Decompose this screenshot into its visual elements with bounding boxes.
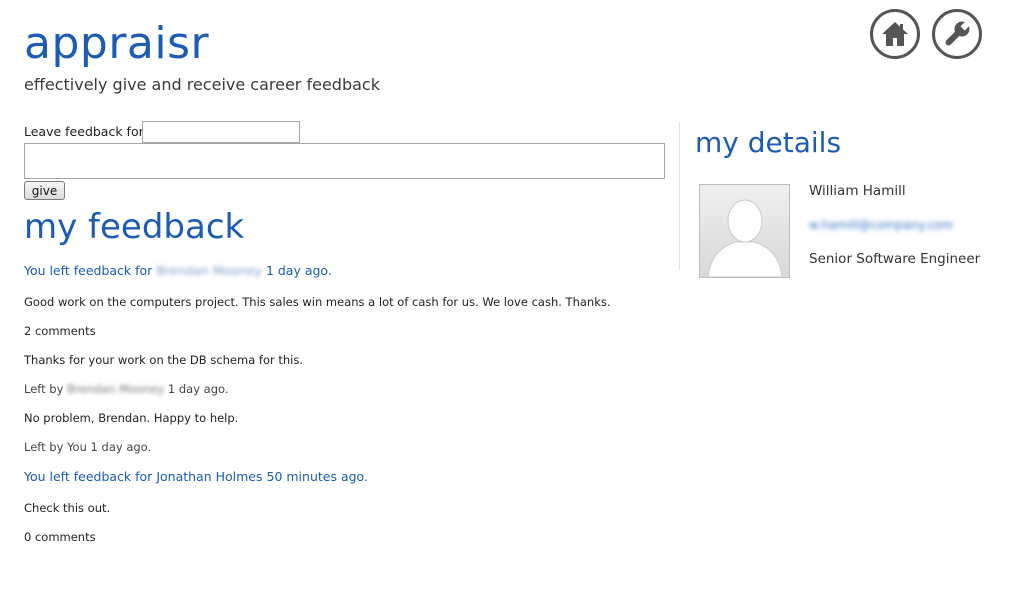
comment-author: You: [67, 440, 87, 454]
home-button[interactable]: [870, 9, 920, 59]
my-feedback-heading: my feedback: [24, 207, 245, 247]
comment-text: No problem, Brendan. Happy to help.: [24, 411, 239, 425]
column-divider: [679, 122, 680, 270]
comment-left-by: Left by: [24, 440, 64, 454]
comment-text: Thanks for your work on the DB schema fo…: [24, 353, 304, 367]
user-name: William Hamill: [809, 183, 906, 199]
feedback-message: Good work on the computers project. This…: [24, 295, 611, 309]
leave-feedback-label: Leave feedback for: [24, 124, 144, 139]
comments-count-link[interactable]: 0 comments: [24, 529, 96, 545]
give-button[interactable]: give: [24, 181, 65, 200]
feedback-prefix: You left feedback for: [24, 263, 153, 278]
comment-time: 1 day ago.: [167, 382, 229, 396]
app-tagline: effectively give and receive career feed…: [24, 75, 380, 94]
comment-meta: Left by You 1 day ago.: [24, 439, 151, 455]
feedback-entry-header: You left feedback for Jonathan Holmes 50…: [24, 469, 368, 485]
feedback-prefix: You left feedback for: [24, 469, 153, 484]
feedback-message: Check this out.: [24, 501, 111, 515]
feedback-time: 50 minutes ago.: [266, 469, 368, 484]
comment-meta: Left by Brendan Mooney 1 day ago.: [24, 381, 229, 397]
default-avatar-icon: [700, 185, 789, 277]
home-icon: [882, 22, 908, 46]
comment-left-by: Left by: [24, 382, 64, 396]
wrench-icon: [945, 20, 971, 46]
avatar: [699, 184, 790, 278]
user-job-title: Senior Software Engineer: [809, 251, 981, 267]
feedback-entry-header: You left feedback for Brendan Mooney 1 d…: [24, 263, 332, 279]
comments-count-link[interactable]: 2 comments: [24, 323, 96, 339]
feedback-recipient-link[interactable]: Jonathan Holmes: [156, 469, 262, 484]
my-details-heading: my details: [695, 126, 842, 159]
user-email[interactable]: w.hamill@company.com: [809, 218, 953, 232]
feedback-recipient-link[interactable]: Brendan Mooney: [156, 263, 262, 278]
recipient-input[interactable]: [142, 121, 300, 143]
app-title: appraisr: [24, 18, 210, 69]
feedback-time: 1 day ago.: [265, 263, 332, 278]
comment-author: Brendan Mooney: [67, 382, 165, 396]
settings-button[interactable]: [932, 9, 982, 59]
feedback-textarea[interactable]: [24, 143, 665, 179]
comment-time: 1 day ago.: [90, 440, 152, 454]
